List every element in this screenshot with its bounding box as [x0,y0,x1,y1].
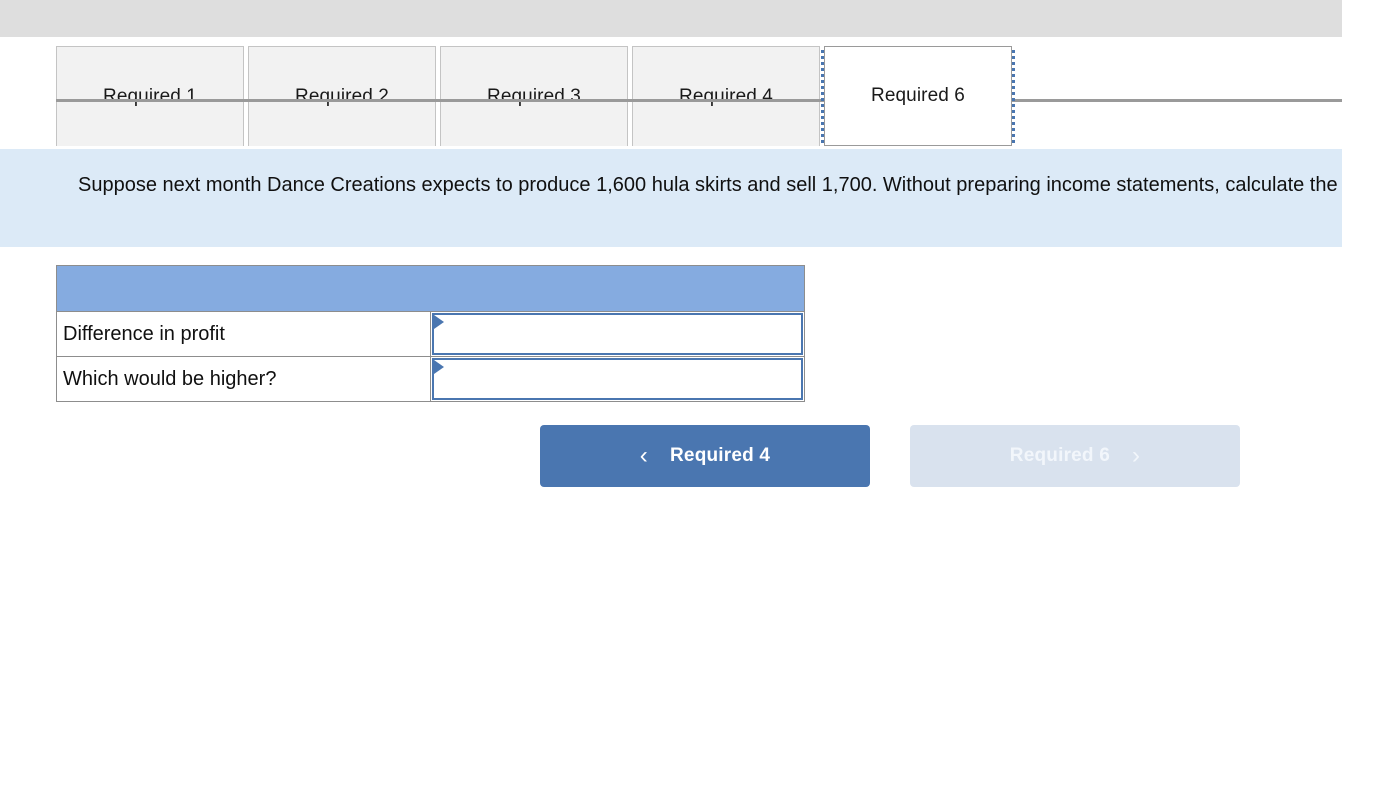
input-difference-in-profit[interactable] [450,315,797,353]
next-requirement-label: Required 6 [1009,445,1110,466]
input-wrapper-difference-in-profit [432,313,803,355]
tab-required-4[interactable]: Required 4 [632,46,820,146]
row-label-which-would-be-higher: Which would be higher? [56,356,431,402]
tab-required-1[interactable]: Required 1 [56,46,244,146]
table-row: Difference in profit [56,311,805,357]
question-instruction-inner: Suppose next month Dance Creations expec… [56,149,1342,247]
tabs-bottom-divider [56,99,1342,102]
tab-required-6-label: Required 6 [871,85,965,106]
tab-required-4-label: Required 4 [679,85,773,107]
chevron-right-icon: › [1132,442,1141,469]
requirement-tabs-row: Required 1 Required 2 Required 3 Require… [56,46,1016,146]
cell-which-would-be-higher[interactable] [430,356,805,402]
page-root: Required 1 Required 2 Required 3 Require… [0,0,1400,796]
tab-required-1-label: Required 1 [103,85,197,107]
table-header-row [56,265,805,312]
requirement-tabs: Required 1 Required 2 Required 3 Require… [0,46,1342,146]
question-instruction-text: Suppose next month Dance Creations expec… [78,174,1342,196]
input-wrapper-which-would-be-higher [432,358,803,400]
row-label-difference-in-profit: Difference in profit [56,311,431,357]
cell-difference-in-profit[interactable] [430,311,805,357]
prev-requirement-label: Required 4 [670,445,771,466]
prev-requirement-button[interactable]: ‹ Required 4 [540,425,870,487]
input-which-would-be-higher[interactable] [450,360,797,398]
requirement-navigation: ‹ Required 4 Required 6 › [540,425,1240,487]
tab-required-2-label: Required 2 [295,85,389,107]
next-requirement-button: Required 6 › [910,425,1240,487]
tab-required-6[interactable]: Required 6 [821,46,1015,146]
table-header-cell [56,265,805,312]
tab-required-2[interactable]: Required 2 [248,46,436,146]
question-instruction-panel: Suppose next month Dance Creations expec… [0,149,1342,247]
top-toolbar-inner [56,0,1342,37]
top-toolbar-strip [0,0,1342,37]
tab-required-3[interactable]: Required 3 [440,46,628,146]
answer-table: Difference in profit Which would be high… [56,265,805,402]
chevron-left-icon: ‹ [639,442,648,469]
table-row: Which would be higher? [56,356,805,402]
tab-required-3-label: Required 3 [487,85,581,107]
